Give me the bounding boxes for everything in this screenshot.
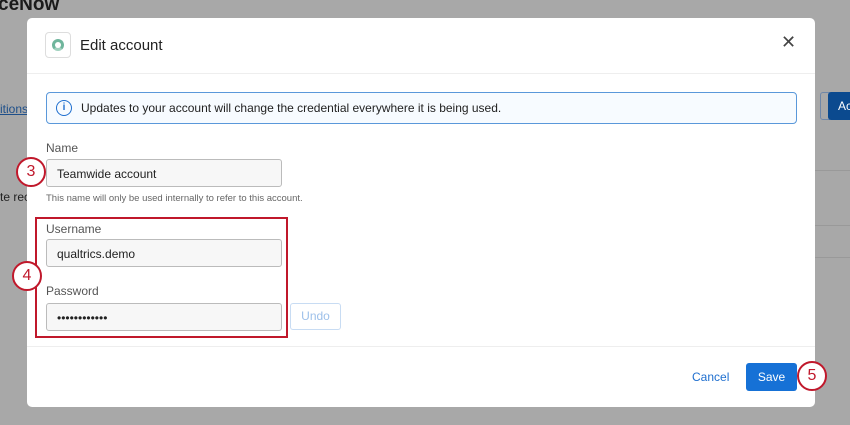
name-input[interactable]: Teamwide account [46,159,282,187]
undo-button[interactable]: Undo [290,303,341,330]
background-add-button[interactable]: Ac [828,92,850,120]
username-input[interactable]: qualtrics.demo [46,239,282,267]
save-button[interactable]: Save [746,363,797,391]
dialog-title: Edit account [80,37,163,54]
username-label: Username [46,222,102,236]
cancel-button[interactable]: Cancel [692,370,729,384]
background-text: te rec [0,190,31,204]
name-help-text: This name will only be used internally t… [46,193,303,204]
footer-divider [27,346,815,347]
name-label: Name [46,141,79,155]
divider [815,257,850,258]
divider [815,225,850,226]
divider [815,170,850,171]
password-label: Password [46,284,99,298]
page-title: ceNow [0,0,60,15]
step-4-marker: 4 [12,261,42,291]
edit-account-dialog: Edit account ✕ i Updates to your account … [27,18,815,407]
info-banner: i Updates to your account will change the… [46,92,797,124]
info-icon: i [56,100,72,116]
background-link[interactable]: itions [0,102,28,116]
step-5-marker: 5 [797,361,827,391]
info-text: Updates to your account will change the … [81,101,502,115]
close-icon[interactable]: ✕ [781,32,796,53]
step-3-marker: 3 [16,157,46,187]
password-input[interactable]: •••••••••••• [46,303,282,331]
account-logo-icon [45,32,71,58]
